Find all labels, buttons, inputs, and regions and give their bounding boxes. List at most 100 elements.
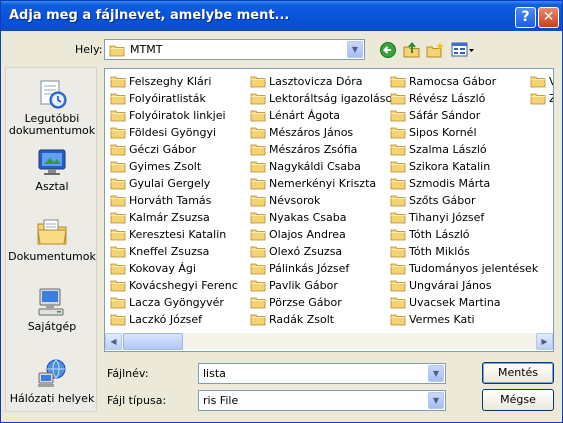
folder-icon (110, 108, 126, 125)
folder-name: Ramocsa Gábor (409, 75, 497, 88)
network-places-icon (36, 358, 68, 390)
chevron-down-icon[interactable]: ▼ (428, 365, 444, 382)
folder-name: Folyóiratok linkjei (129, 109, 226, 122)
folder-icon (390, 193, 406, 210)
folder-icon (530, 74, 546, 91)
save-dialog: Adja meg a fájlnevet, amelybe ment... ? … (0, 0, 563, 423)
place-network[interactable]: Hálózati helyek (6, 358, 98, 405)
folder-icon (250, 227, 266, 244)
folder-name: Keresztesi Katalin (129, 228, 227, 241)
save-button[interactable]: Mentés (482, 362, 554, 384)
scroll-left-button[interactable]: ◀ (105, 333, 122, 350)
scroll-thumb[interactable] (123, 333, 183, 350)
help-button[interactable]: ? (515, 7, 536, 28)
folder-icon (390, 108, 406, 125)
folder-icon (250, 193, 266, 210)
folder-name: Nyakas Csaba (269, 211, 347, 224)
folder-icon (110, 74, 126, 91)
folder-icon (110, 278, 126, 295)
folder-name: Sáfár Sándor (409, 109, 481, 122)
place-label: Hálózati helyek (9, 392, 95, 405)
file-name-value: lista (203, 367, 226, 380)
folder-icon (390, 125, 406, 142)
folder-icon (110, 176, 126, 193)
recent-documents-icon (36, 78, 68, 110)
place-desktop[interactable]: Asztal (6, 146, 98, 193)
title-bar[interactable]: Adja meg a fájlnevet, amelybe ment... ? … (1, 1, 562, 31)
folder-name: Lektoráltság igazolások (269, 92, 399, 105)
folder-name: Gyulai Gergely (129, 177, 211, 190)
back-icon[interactable] (379, 41, 397, 59)
folder-name: Földesi Gyöngyi (129, 126, 217, 139)
place-documents[interactable]: Dokumentumok (6, 216, 98, 263)
folder-icon (110, 312, 126, 329)
folder-name: Lacza Gyöngyvér (129, 296, 224, 309)
folder-icon (390, 261, 406, 278)
desktop-icon (36, 146, 68, 178)
scroll-right-button[interactable]: ▶ (536, 333, 553, 350)
folder-name: Olajos Andrea (269, 228, 346, 241)
folder-icon (110, 295, 126, 312)
chevron-down-icon[interactable]: ▼ (428, 392, 444, 409)
horizontal-scrollbar[interactable]: ◀ ▶ (105, 333, 553, 350)
folder-icon (110, 193, 126, 210)
folder-name: Sipos Kornél (409, 126, 477, 139)
file-name-field[interactable]: lista ▼ (198, 363, 446, 384)
folder-icon (250, 74, 266, 91)
folder-name: Névsorok (269, 194, 321, 207)
place-my-computer[interactable]: Sajátgép (6, 286, 98, 333)
folder-name: Pörzse Gábor (269, 296, 342, 309)
close-button[interactable]: ✕ (538, 7, 559, 28)
place-label: Asztal (35, 180, 69, 193)
folder-name: Szikora Katalin (409, 160, 491, 173)
folder-icon (250, 91, 266, 108)
folder-name: Nagykáldi Csaba (269, 160, 361, 173)
folder-name: Horváth Tamás (129, 194, 212, 207)
folder-icon (390, 176, 406, 193)
views-menu-icon[interactable] (451, 41, 475, 59)
place-recent-documents[interactable]: Legutóbbi dokumentumok (6, 78, 98, 137)
folder-name: Géczi Gábor (129, 143, 197, 156)
folder-icon (390, 159, 406, 176)
up-folder-icon[interactable] (403, 41, 421, 59)
new-folder-icon[interactable] (426, 41, 444, 59)
folder-icon (110, 142, 126, 159)
cancel-button[interactable]: Mégse (482, 389, 554, 411)
folder-name: Kovácshegyi Ferenc (129, 279, 238, 292)
places-bar: Legutóbbi dokumentumok Asztal Dokumentum… (5, 67, 97, 412)
folder-icon (390, 244, 406, 261)
file-list[interactable]: Felszeghy Klári Folyóiratlisták Folyóirato… (104, 68, 554, 352)
folder-icon (390, 278, 406, 295)
file-type-dropdown[interactable]: ris File ▼ (198, 390, 446, 411)
folder-icon (390, 312, 406, 329)
folder-icon (390, 295, 406, 312)
place-label: Sajátgép (27, 320, 77, 333)
folder-icon (390, 142, 406, 159)
place-label: Legutóbbi dokumentumok (8, 112, 96, 137)
folder-icon (110, 244, 126, 261)
folder-name: Tihanyi József (409, 211, 485, 224)
folder-icon (390, 227, 406, 244)
folder-icon (109, 43, 125, 60)
folder-name: Gyimes Zsolt (129, 160, 202, 173)
file-name-label: Fájlnév: (107, 367, 149, 380)
folder-name: Szalma László (409, 143, 487, 156)
look-in-dropdown[interactable]: MTMT ▼ (104, 39, 365, 60)
folder-icon (110, 227, 126, 244)
folder-icon (250, 210, 266, 227)
folder-name: Olexó Zsuzsa (269, 245, 343, 258)
folder-name: Vermes Kati (409, 313, 475, 326)
folder-name: Mészáros János (269, 126, 354, 139)
folder-name: Pavlik Gábor (269, 279, 338, 292)
folder-icon (250, 278, 266, 295)
folder-icon (390, 91, 406, 108)
documents-icon (36, 216, 68, 248)
folder-name: Révész László (409, 92, 486, 105)
chevron-down-icon[interactable]: ▼ (347, 41, 363, 58)
folder-icon (110, 261, 126, 278)
folder-name: Lénárt Ágota (269, 109, 341, 122)
file-type-value: ris File (203, 394, 239, 407)
folder-name: Kalmár Zsuzsa (129, 211, 210, 224)
folder-icon (110, 91, 126, 108)
folder-name: Radák Zsolt (269, 313, 335, 326)
